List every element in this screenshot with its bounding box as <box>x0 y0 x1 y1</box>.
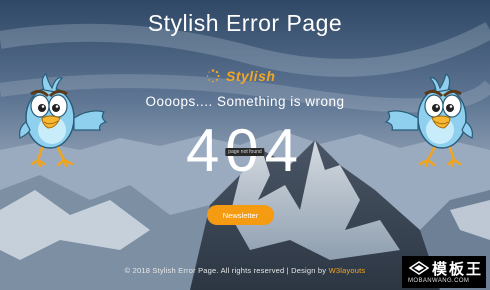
watermark: 模板王 MOBANWANG.COM <box>402 256 486 288</box>
designer-link[interactable]: W3layouts <box>329 266 366 275</box>
brand-name: Stylish <box>226 68 276 84</box>
copyright-text: © 2018 Stylish Error Page. All rights re… <box>124 266 327 275</box>
spinner-icon <box>206 69 220 83</box>
newsletter-button[interactable]: Newsletter <box>207 205 274 225</box>
brand: Stylish <box>206 67 275 85</box>
page-not-found-label: page not found <box>225 148 265 156</box>
page-title: Stylish Error Page <box>147 10 343 36</box>
watermark-url: MOBANWANG.COM <box>408 278 470 284</box>
watermark-title: 模板王 <box>432 260 484 278</box>
watermark-logo-icon <box>408 261 430 275</box>
bird-mascot-right <box>384 73 473 168</box>
bird-mascot-left <box>19 73 108 168</box>
